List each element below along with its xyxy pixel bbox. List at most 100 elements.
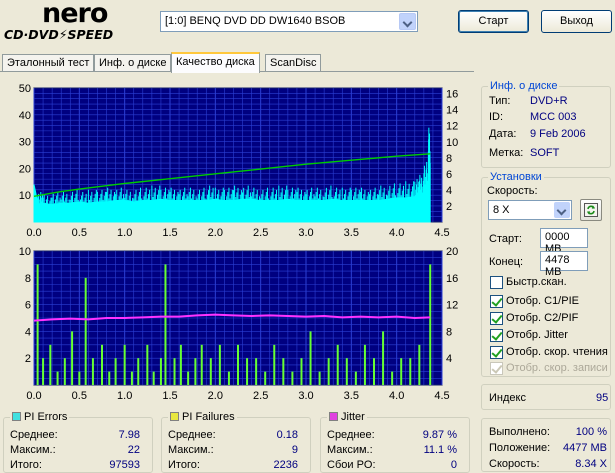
disc-id-value: MCC 003 — [530, 111, 577, 123]
left-tick-label: 50 — [19, 83, 31, 95]
speed-readout-label: Скорость: — [489, 458, 540, 470]
drive-select[interactable]: [1:0] BENQ DVD DD DW1640 BSOB — [160, 11, 418, 32]
jitter-avg-label: Среднее: — [327, 429, 375, 441]
done-label: Выполнено: — [489, 426, 550, 438]
pi-failures-chart: 0.0 0.5 1.0 1.5 2.0 2.5 3.0 3.5 4.0 4.5 2 4 6 8 10 4 8 12… — [0, 245, 474, 405]
tab-scandisc[interactable]: ScanDisc — [265, 54, 322, 72]
pi-failures-bar — [137, 358, 140, 385]
right-tick-label: 8 — [446, 326, 452, 338]
pi-errors-color-swatch — [12, 412, 21, 421]
start-mb-input[interactable]: 0000 MB — [540, 228, 588, 255]
pi-failures-bar — [409, 358, 412, 385]
pi-failures-bar — [71, 331, 74, 385]
left-tick-label: 10 — [19, 190, 31, 202]
x-tick-label: 4.0 — [389, 390, 404, 402]
right-tick-label: 8 — [446, 153, 452, 165]
pi-failures-bar — [300, 358, 303, 385]
right-tick-label: 16 — [446, 89, 458, 101]
drive-select-value: [1:0] BENQ DVD DD DW1640 BSOB — [165, 15, 346, 27]
disc-label-value: SOFT — [530, 147, 560, 159]
pi-failures-bar — [264, 371, 267, 385]
x-tick-label: 3.5 — [344, 227, 359, 239]
start-button[interactable]: Старт — [458, 10, 529, 33]
pie-max-value: 22 — [127, 444, 140, 456]
speed-label: Скорость: — [487, 185, 538, 197]
index-label: Индекс — [489, 392, 526, 404]
disc-label-label: Метка: — [489, 147, 524, 159]
left-tick-label: 40 — [19, 110, 31, 122]
pi-failures-bar — [391, 371, 394, 385]
right-tick-label: 2 — [446, 201, 452, 213]
pi-failures-bar — [164, 264, 167, 385]
disc-date-label: Дата: — [489, 128, 517, 140]
pi-failures-chart-svg: 0.0 0.5 1.0 1.5 2.0 2.5 3.0 3.5 4.0 4.5 2 4 6 8 10 4 8 12… — [19, 246, 459, 402]
pi-failures-bar — [200, 344, 203, 385]
pi-failures-bar — [159, 358, 162, 385]
chevron-down-icon[interactable] — [399, 13, 416, 30]
pi-failures-bar — [49, 344, 52, 385]
po-fail-label: Сбои PO: — [327, 459, 376, 471]
pif-total-label: Итого: — [168, 459, 200, 471]
tab-disc-quality[interactable]: Качество диска — [171, 52, 260, 73]
x-tick-label: 1.0 — [117, 390, 132, 402]
jitter-max-label: Максим.: — [327, 444, 373, 456]
disc-date-value: 9 Feb 2006 — [530, 128, 586, 140]
pie-total-label: Итого: — [10, 459, 42, 471]
refresh-button[interactable] — [580, 199, 602, 221]
jitter-title: Jitter — [327, 411, 367, 423]
x-tick-label: 2.5 — [253, 390, 268, 402]
tab-benchmark[interactable]: Эталонный тест — [2, 54, 95, 72]
pi-failures-bar — [382, 331, 385, 385]
pi-failures-bar — [91, 358, 94, 385]
x-tick-label: 2.5 — [253, 227, 268, 239]
disc-id-label: ID: — [489, 111, 504, 123]
tab-disc-info[interactable]: Инф. о диске — [94, 54, 172, 72]
disc-type-value: DVD+R — [530, 95, 568, 107]
show-read-speed-checkbox[interactable] — [490, 346, 503, 359]
logo-cdspeed-text: CD·DVD⚡SPEED — [4, 27, 114, 42]
pi-failures-bar — [114, 358, 117, 385]
right-tick-label: 12 — [446, 300, 458, 312]
right-tick-label: 10 — [446, 137, 458, 149]
x-tick-label: 1.5 — [162, 390, 177, 402]
pi-failures-bar — [179, 344, 182, 385]
pi-failures-bar — [273, 344, 276, 385]
disc-info-title: Инф. о диске — [488, 80, 560, 92]
show-c1-pie-checkbox[interactable] — [490, 295, 503, 308]
done-value: 100 % — [575, 426, 607, 438]
pi-failures-bar — [327, 358, 330, 385]
chevron-down-icon[interactable] — [554, 202, 570, 218]
left-tick-label: 2 — [25, 353, 31, 365]
x-tick-label: 4.0 — [389, 227, 404, 239]
speed-select-value: 8 X — [493, 204, 510, 216]
show-c2-pif-label: Отобр. C2/PIF — [506, 312, 579, 324]
speed-readout-value: 8.34 X — [575, 458, 607, 470]
pi-failures-bar — [209, 358, 212, 385]
end-mb-input[interactable]: 4478 MB — [540, 251, 588, 278]
pif-avg-label: Среднее: — [168, 429, 216, 441]
pif-avg-value: 0.18 — [276, 429, 298, 441]
show-write-speed-checkbox — [490, 362, 503, 375]
speed-select[interactable]: 8 X — [488, 200, 572, 220]
pi-errors-chart: 0.0 0.5 1.0 1.5 2.0 2.5 3.0 3.5 4.0 4.5 10 20 30 40 50… — [0, 82, 474, 242]
pif-total-value: 2236 — [273, 459, 298, 471]
quick-scan-checkbox[interactable] — [490, 276, 503, 289]
right-tick-label: 6 — [446, 169, 452, 181]
po-fail-value: 0 — [450, 459, 457, 471]
show-c2-pif-checkbox[interactable] — [490, 312, 503, 325]
show-read-speed-label: Отобр. скор. чтения — [506, 346, 608, 358]
x-tick-label: 0.0 — [26, 390, 41, 402]
jitter-avg-value: 9.87 % — [422, 429, 457, 441]
pi-failures-bar — [187, 371, 190, 385]
settings-title: Установки — [488, 171, 544, 183]
pi-failures-bar — [255, 358, 258, 385]
right-tick-label: 20 — [446, 246, 458, 258]
show-jitter-checkbox[interactable] — [490, 329, 503, 342]
exit-button[interactable]: Выход — [541, 10, 612, 33]
quick-scan-label: Быстр.скан. — [506, 276, 567, 288]
pi-failures-bar — [429, 264, 432, 385]
pi-failures-bar — [418, 344, 421, 385]
left-tick-label: 4 — [25, 326, 31, 338]
left-tick-label: 30 — [19, 137, 31, 149]
pi-failures-bar — [218, 344, 221, 385]
